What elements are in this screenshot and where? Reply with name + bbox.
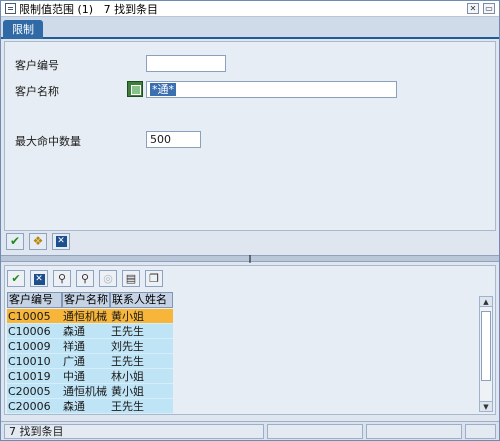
status-segment-2 — [267, 424, 363, 439]
table-row[interactable]: C20005 通恒机械 黄小姐 — [7, 384, 173, 399]
cell-customer-no: C10006 — [7, 324, 62, 339]
title-bar: 限制值范围 (1) 7 找到条目 ✕ ▭ — [1, 1, 499, 17]
cell-customer-name: 中通 — [62, 369, 110, 384]
resize-button[interactable]: ▭ — [483, 3, 495, 14]
table-row[interactable]: C10006 森通 王先生 — [7, 324, 173, 339]
close-button[interactable]: ✕ — [467, 3, 479, 14]
results-table: 客户编号 客户名称 联系人姓名 C10005 通恒机械 黄小姐 C10006 森… — [7, 292, 479, 414]
scroll-up-icon[interactable]: ▲ — [480, 297, 492, 307]
find-next-button[interactable]: ⚲ — [76, 270, 94, 287]
cell-contact-name: 黄小姐 — [110, 309, 173, 324]
cell-customer-name: 森通 — [62, 399, 110, 414]
cancel-button[interactable]: ✕ — [52, 233, 70, 250]
cell-contact-name: 林小姐 — [110, 369, 173, 384]
dialog-title: 限制值范围 (1) 7 找到条目 — [19, 2, 159, 16]
cell-contact-name: 王先生 — [110, 324, 173, 339]
cell-customer-no: C20005 — [7, 384, 62, 399]
cell-customer-name: 祥通 — [62, 339, 110, 354]
status-segment-4 — [465, 424, 496, 439]
find-icon: ⚲ — [57, 272, 67, 285]
status-message: 7 找到条目 — [4, 424, 264, 439]
table-row[interactable]: C10019 中通 林小姐 — [7, 369, 173, 384]
cell-contact-name: 王先生 — [110, 354, 173, 369]
max-hits-label: 最大命中数量 — [15, 135, 81, 148]
table-row[interactable]: C10009 祥通 刘先生 — [7, 339, 173, 354]
table-row[interactable]: C10005 通恒机械 黄小姐 — [7, 309, 173, 324]
multiple-selection-icon[interactable] — [127, 81, 143, 97]
table-row[interactable]: C20006 森通 王先生 — [7, 399, 173, 414]
vertical-scrollbar[interactable]: ▲ ▼ — [479, 296, 493, 412]
copy-selection-button[interactable]: ✔ — [7, 270, 25, 287]
cell-customer-no: C10019 — [7, 369, 62, 384]
cell-customer-no: C10009 — [7, 339, 62, 354]
binoculars-icon: ❖ — [32, 234, 44, 248]
customer-no-input[interactable] — [146, 55, 226, 72]
customer-no-label: 客户编号 — [15, 59, 59, 72]
customer-name-value: *通* — [150, 83, 176, 96]
value-help-dialog: 限制值范围 (1) 7 找到条目 ✕ ▭ 限制 客户编号 客户名称 *通* 最大… — [0, 0, 500, 441]
print-button[interactable]: ▤ — [122, 270, 140, 287]
find-next-icon: ⚲ — [80, 272, 90, 285]
cell-contact-name: 黄小姐 — [110, 384, 173, 399]
cell-customer-name: 森通 — [62, 324, 110, 339]
cell-customer-name: 广通 — [62, 354, 110, 369]
tab-strip: 限制 — [1, 17, 499, 39]
scroll-down-icon[interactable]: ▼ — [480, 401, 492, 411]
results-cancel-button[interactable]: ✕ — [30, 270, 48, 287]
check-icon: ✔ — [9, 234, 21, 248]
tab-restrictions[interactable]: 限制 — [3, 20, 43, 39]
continue-button[interactable]: ✔ — [6, 233, 24, 250]
column-header-customer-no[interactable]: 客户编号 — [7, 292, 62, 308]
cell-customer-no: C10010 — [7, 354, 62, 369]
cell-customer-name: 通恒机械 — [62, 309, 110, 324]
copy-button[interactable]: ❐ — [145, 270, 163, 287]
cancel-icon: ✕ — [33, 273, 45, 285]
start-search-button[interactable]: ❖ — [29, 233, 47, 250]
dialog-icon — [5, 3, 16, 14]
cell-contact-name: 王先生 — [110, 399, 173, 414]
status-segment-3 — [366, 424, 462, 439]
filter-button[interactable]: ◎ — [99, 270, 117, 287]
filter-icon: ◎ — [103, 272, 113, 285]
customer-name-label: 客户名称 — [15, 85, 59, 98]
check-icon: ✔ — [11, 272, 21, 285]
cancel-icon: ✕ — [55, 236, 67, 247]
copy-icon: ❐ — [149, 272, 159, 285]
cell-customer-name: 通恒机械 — [62, 384, 110, 399]
find-button[interactable]: ⚲ — [53, 270, 71, 287]
customer-name-input[interactable]: *通* — [146, 81, 397, 98]
print-icon: ▤ — [125, 272, 137, 285]
column-header-contact-name[interactable]: 联系人姓名 — [110, 292, 173, 308]
table-header: 客户编号 客户名称 联系人姓名 — [7, 292, 173, 308]
scroll-thumb[interactable] — [481, 311, 491, 381]
cell-customer-no: C10005 — [7, 309, 62, 324]
restrictions-panel: 客户编号 客户名称 *通* 最大命中数量 500 — [4, 41, 496, 231]
cell-contact-name: 刘先生 — [110, 339, 173, 354]
cell-customer-no: C20006 — [7, 399, 62, 414]
form-button-row: ✔ ❖ ✕ — [4, 233, 496, 251]
column-header-customer-name[interactable]: 客户名称 — [62, 292, 110, 308]
pane-splitter[interactable]: ∥ — [1, 255, 499, 263]
results-panel: ✔ ✕ ⚲ ⚲ ◎ ▤ ❐ 客户编号 客户名称 联系人姓名 C10005 通恒机… — [4, 265, 496, 415]
max-hits-input[interactable]: 500 — [146, 131, 201, 148]
table-row[interactable]: C10010 广通 王先生 — [7, 354, 173, 369]
status-bar: 7 找到条目 — [1, 421, 499, 440]
